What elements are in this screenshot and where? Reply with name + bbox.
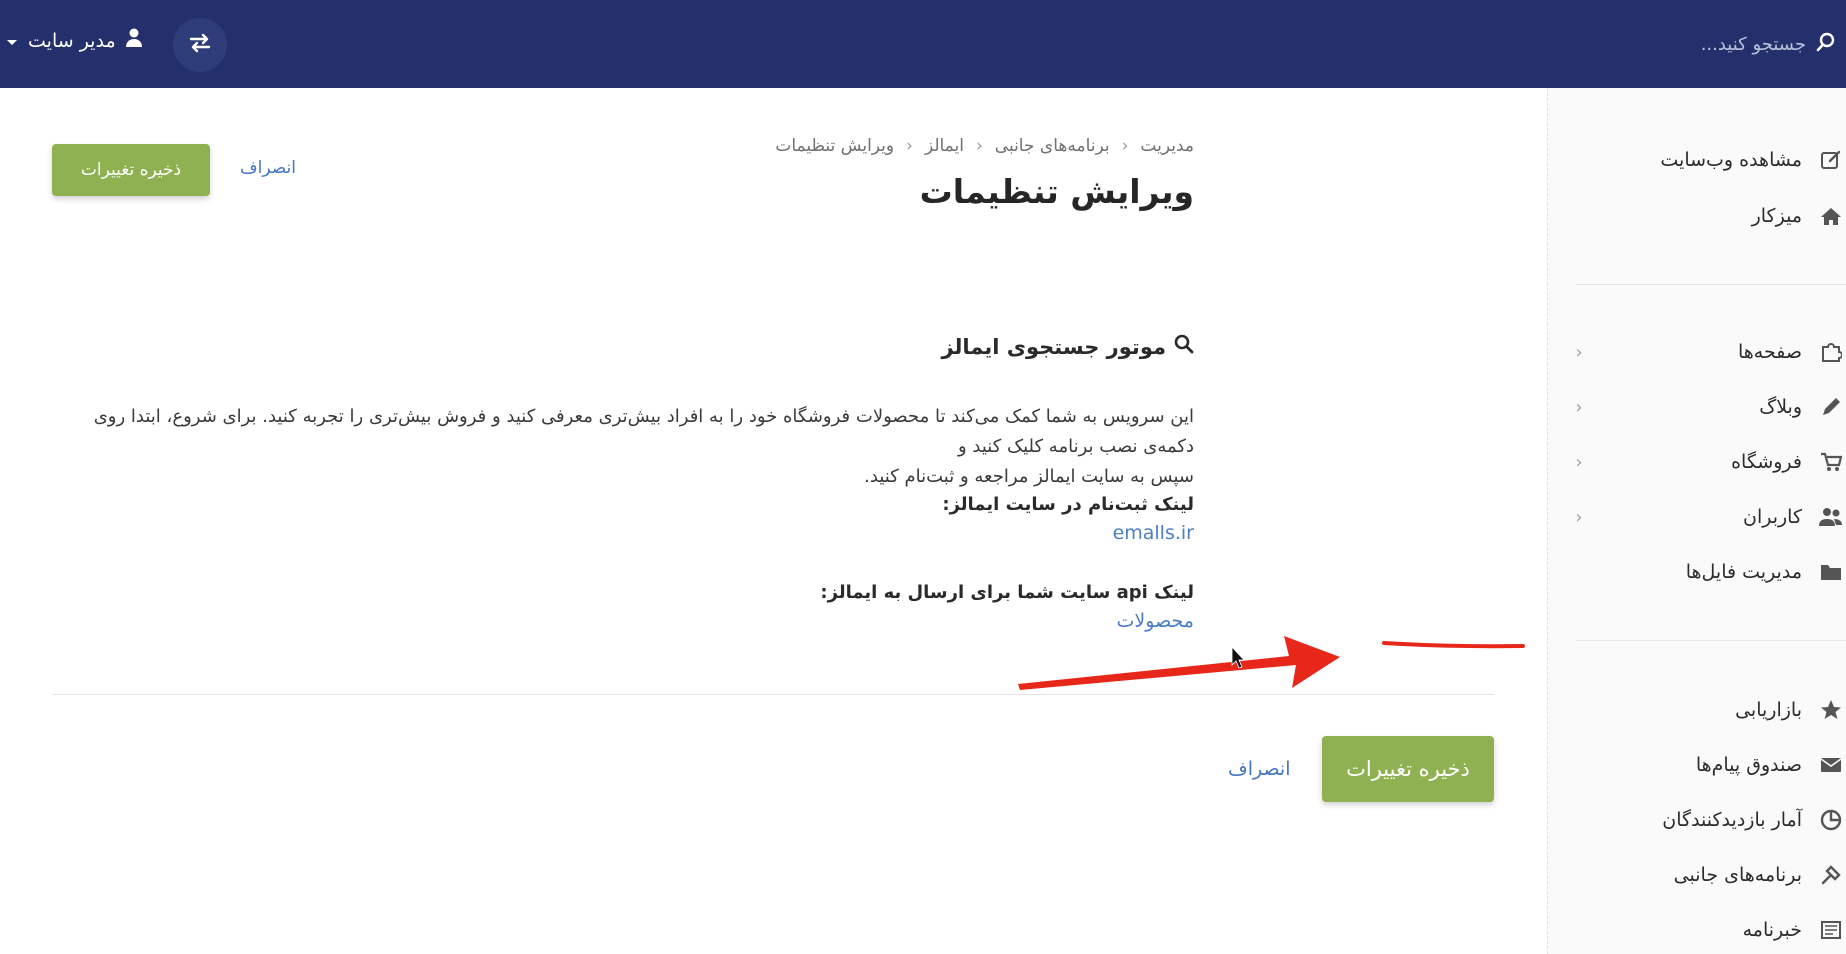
main-content: مدیریت ‹ برنامه‌های جانبی ‹ ایمالز ‹ ویر… [0, 88, 1546, 954]
sidebar-item-visitor-stats[interactable]: آمار بازدیدکنندگان [1548, 800, 1846, 840]
sidebar-item-label: کاربران [1742, 506, 1802, 528]
description-line-1: این سرویس به شما کمک می‌کند تا محصولات ف… [93, 406, 1194, 457]
sidebar-item-view-website[interactable]: مشاهده وب‌سایت [1548, 140, 1846, 180]
search-icon [1174, 334, 1194, 359]
sidebar: مشاهده وب‌سایت میزکار صفحه‌ها ‹ وبلاگ ‹ … [1547, 88, 1846, 954]
caret-down-icon [6, 30, 18, 52]
products-api-link[interactable]: محصولات [1117, 610, 1194, 632]
sidebar-divider [1576, 640, 1846, 641]
breadcrumb-item-admin[interactable]: مدیریت [1140, 136, 1194, 156]
cart-icon [1816, 451, 1846, 473]
top-navbar: مدیر سایت [0, 0, 1846, 88]
pencil-icon [1816, 396, 1846, 418]
section-description: این سرویس به شما کمک می‌کند تا محصولات ف… [42, 402, 1194, 492]
home-icon [1816, 206, 1846, 226]
section-title-text: موتور جستجوی ایمالز [941, 334, 1166, 359]
sidebar-item-label: خبرنامه [1742, 919, 1802, 941]
sidebar-item-newsletter[interactable]: خبرنامه [1548, 910, 1846, 950]
user-name: مدیر سایت [28, 29, 116, 52]
puzzle-icon [1816, 341, 1846, 363]
sidebar-divider [1576, 284, 1846, 285]
breadcrumb-separator-icon: ‹ [1121, 136, 1129, 156]
swap-button[interactable] [173, 18, 227, 72]
register-link-label: لینک ثبت‌نام در سایت ایمالز: [942, 494, 1194, 515]
form-divider [52, 694, 1494, 695]
sidebar-item-shop[interactable]: فروشگاه ‹ [1548, 442, 1846, 482]
api-link-label: لینک api سایت شما برای ارسال به ایمالز: [820, 582, 1194, 603]
sidebar-item-label: برنامه‌های جانبی [1673, 864, 1802, 886]
sidebar-item-label: صفحه‌ها [1737, 341, 1802, 363]
user-icon [125, 28, 142, 53]
sidebar-item-pages[interactable]: صفحه‌ها ‹ [1548, 332, 1846, 372]
chevron-left-icon: ‹ [1575, 506, 1583, 528]
sidebar-item-label: مشاهده وب‌سایت [1660, 149, 1802, 171]
sidebar-item-label: بازاریابی [1735, 699, 1802, 721]
plugin-icon [1816, 864, 1846, 886]
search-input[interactable] [1644, 32, 1808, 56]
sidebar-item-users[interactable]: کاربران ‹ [1548, 497, 1846, 537]
sidebar-item-label: مدیریت فایل‌ها [1685, 561, 1802, 583]
pie-chart-icon [1816, 809, 1846, 831]
sidebar-item-label: میزکار [1751, 205, 1802, 227]
breadcrumb-separator-icon: ‹ [906, 136, 913, 156]
sidebar-item-file-manager[interactable]: مدیریت فایل‌ها [1548, 552, 1846, 592]
sidebar-item-plugins[interactable]: برنامه‌های جانبی [1548, 855, 1846, 895]
sidebar-item-marketing[interactable]: بازاریابی [1548, 690, 1846, 730]
chevron-left-icon: ‹ [1575, 396, 1583, 418]
sidebar-item-label: آمار بازدیدکنندگان [1662, 809, 1802, 831]
sidebar-item-label: صندوق پیام‌ها [1695, 754, 1802, 776]
breadcrumb-item-current: ویرایش تنظیمات [775, 136, 895, 156]
chevron-left-icon: ‹ [1575, 341, 1583, 363]
folder-icon [1816, 562, 1846, 582]
envelope-icon [1816, 756, 1846, 774]
breadcrumb-item-emalls[interactable]: ایمالز [925, 136, 964, 156]
save-button-top[interactable]: ذخیره تغییرات [52, 144, 210, 196]
swap-arrows-icon [188, 33, 212, 57]
user-menu[interactable]: مدیر سایت [6, 28, 142, 53]
cancel-link-top[interactable]: انصراف [240, 158, 296, 178]
sidebar-item-blog[interactable]: وبلاگ ‹ [1548, 387, 1846, 427]
sidebar-item-label: وبلاگ [1759, 396, 1802, 418]
save-button-bottom[interactable]: ذخیره تغییرات [1322, 736, 1494, 802]
users-icon [1816, 507, 1846, 527]
sidebar-item-inbox[interactable]: صندوق پیام‌ها [1548, 745, 1846, 785]
chevron-left-icon: ‹ [1575, 451, 1583, 473]
emalls-register-link[interactable]: emalls.ir [1113, 522, 1194, 544]
search-icon[interactable] [1816, 32, 1836, 56]
edit-icon [1816, 149, 1846, 171]
description-line-2: سپس به سایت ایمالز مراجعه و ثبت‌نام کنید… [864, 466, 1194, 487]
breadcrumb-separator-icon: ‹ [975, 136, 983, 156]
star-icon [1816, 699, 1846, 721]
section-title: موتور جستجوی ایمالز [941, 334, 1194, 359]
page-title: ویرایش تنظیمات [919, 172, 1194, 211]
breadcrumb-item-plugins[interactable]: برنامه‌های جانبی [995, 136, 1110, 156]
cancel-link-bottom[interactable]: انصراف [1228, 758, 1291, 780]
search-box[interactable] [1636, 26, 1836, 62]
newspaper-icon [1816, 920, 1846, 940]
sidebar-item-label: فروشگاه [1731, 451, 1802, 473]
sidebar-item-dashboard[interactable]: میزکار [1548, 196, 1846, 236]
breadcrumb: مدیریت ‹ برنامه‌های جانبی ‹ ایمالز ‹ ویر… [775, 136, 1194, 156]
